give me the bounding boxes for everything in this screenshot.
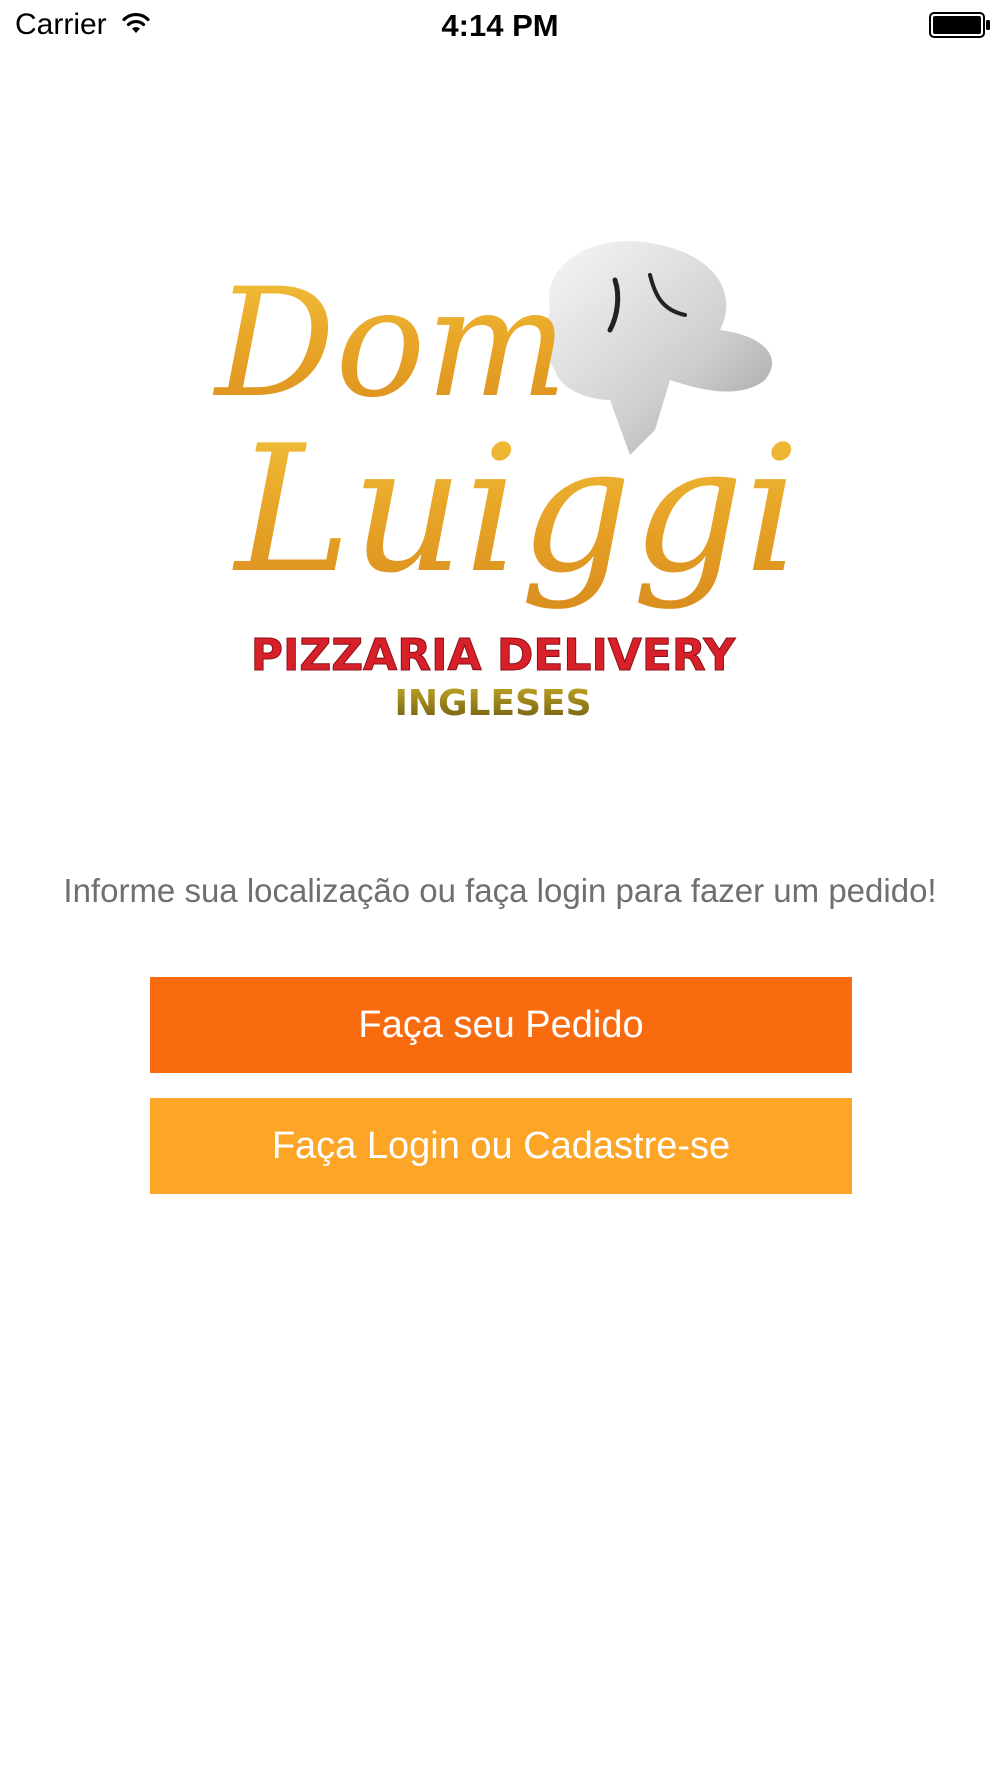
battery-icon: [929, 12, 990, 38]
logo-line1-text: Dom: [212, 257, 568, 431]
status-bar: Carrier 4:14 PM: [0, 0, 1000, 50]
dom-luiggi-logo: Dom Luiggi PIZZARIA DELIVERY INGLESES: [212, 241, 800, 720]
place-order-button[interactable]: Faça seu Pedido: [150, 977, 852, 1073]
location-login-prompt: Informe sua localização ou faça login pa…: [63, 872, 937, 909]
login-signup-button[interactable]: Faça Login ou Cadastre-se: [150, 1098, 852, 1194]
logo-line2-text: Luiggi: [232, 409, 800, 612]
logo-line4-text: INGLESES: [394, 683, 591, 720]
status-time: 4:14 PM: [441, 8, 559, 43]
logo-line3-text: PIZZARIA DELIVERY: [251, 630, 737, 681]
